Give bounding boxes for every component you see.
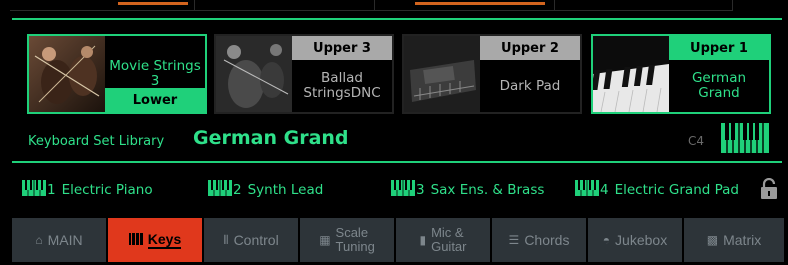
mic-icon: ▮ bbox=[419, 233, 427, 247]
top-cell bbox=[555, 0, 733, 11]
tab-scale-tuning[interactable]: ▦ Scale Tuning bbox=[300, 218, 394, 262]
keyboard-icon[interactable] bbox=[721, 123, 769, 157]
tab-label: Keys bbox=[147, 231, 182, 249]
keyboard-set-name[interactable]: German Grand bbox=[193, 127, 349, 149]
tab-control[interactable]: ⦀ Control bbox=[204, 218, 298, 262]
split-sound-name: Electric Grand Pad bbox=[614, 182, 739, 198]
sliders-icon: ⦀ bbox=[223, 232, 229, 247]
grid-icon: ▩ bbox=[706, 233, 719, 247]
tab-mic-guitar[interactable]: ▮ Mic & Guitar bbox=[396, 218, 490, 262]
slot-header: Upper 1 bbox=[669, 36, 769, 60]
split-item-3[interactable]: 3 Sax Ens. & Brass bbox=[391, 180, 544, 200]
split-number: 2 bbox=[233, 182, 242, 198]
slot-sound-name: Movie Strings 3 bbox=[105, 59, 205, 88]
keyboard-slot-lower[interactable]: Movie Strings 3 Lower bbox=[27, 34, 207, 114]
split-sound-name: Sax Ens. & Brass bbox=[430, 182, 545, 198]
top-cell bbox=[195, 0, 375, 11]
home-icon: ⌂ bbox=[35, 233, 43, 247]
slot-sound-name: Dark Pad bbox=[480, 60, 580, 112]
slot-header: Upper 2 bbox=[480, 36, 580, 60]
violin-photo bbox=[29, 36, 105, 112]
keyboard-slot-upper2[interactable]: Upper 2 Dark Pad bbox=[402, 34, 582, 114]
slot-sound-name: Ballad StringsDNC bbox=[292, 60, 392, 112]
piano-photo bbox=[593, 36, 669, 112]
tab-keys[interactable]: Keys bbox=[108, 218, 202, 262]
split-number: 1 bbox=[47, 182, 56, 198]
top-partial-bar bbox=[0, 0, 788, 13]
tab-bar: ⌂ MAIN Keys ⦀ Control ▦ Scale Tuning ▮ M… bbox=[12, 218, 784, 262]
tab-label-second: Guitar bbox=[431, 239, 467, 254]
keyboard-set-library-label[interactable]: Keyboard Set Library bbox=[28, 134, 164, 149]
tab-label: MAIN bbox=[47, 232, 83, 248]
split-sound-name: Electric Piano bbox=[61, 182, 153, 198]
slot-sound-name: German Grand bbox=[669, 60, 769, 112]
split-number: 4 bbox=[600, 182, 609, 198]
keyboard-slot-upper1[interactable]: Upper 1 German Grand bbox=[591, 34, 771, 114]
top-accent bbox=[415, 2, 545, 5]
tab-label: Matrix bbox=[723, 232, 762, 248]
top-divider bbox=[12, 18, 782, 20]
tab-main[interactable]: ⌂ MAIN bbox=[12, 218, 106, 262]
keyboard-slot-upper3[interactable]: Upper 3 Ballad StringsDNC bbox=[214, 34, 394, 114]
scale-icon: ▦ bbox=[319, 233, 331, 247]
keyboard-icon bbox=[22, 180, 46, 200]
tab-label: Chords bbox=[524, 232, 570, 248]
tab-label: Jukebox bbox=[615, 232, 668, 248]
split-note-label: C4 bbox=[688, 134, 705, 148]
split-item-4[interactable]: 4 Electric Grand Pad bbox=[575, 180, 739, 200]
tab-label-second: Tuning bbox=[335, 239, 375, 254]
middle-divider bbox=[12, 161, 782, 163]
keyboard-icon bbox=[208, 180, 232, 200]
slot-header: Lower bbox=[105, 88, 205, 112]
lock-icon[interactable] bbox=[760, 177, 778, 204]
chords-icon: ☰ bbox=[508, 233, 520, 247]
keyboard-icon bbox=[575, 180, 599, 200]
slot-header: Upper 3 bbox=[292, 36, 392, 60]
keys-icon bbox=[128, 232, 143, 248]
jukebox-icon: ◓ bbox=[602, 233, 611, 247]
synth-photo bbox=[404, 36, 480, 112]
tab-chords[interactable]: ☰ Chords bbox=[492, 218, 586, 262]
split-item-2[interactable]: 2 Synth Lead bbox=[208, 180, 323, 200]
split-item-1[interactable]: 1 Electric Piano bbox=[22, 180, 153, 200]
keyboard-icon bbox=[391, 180, 415, 200]
split-number: 3 bbox=[416, 182, 425, 198]
top-accent bbox=[118, 2, 188, 5]
tab-label: Control bbox=[233, 232, 279, 248]
strings-photo bbox=[216, 36, 292, 112]
split-sound-name: Synth Lead bbox=[247, 182, 324, 198]
tab-label: Mic & bbox=[431, 225, 464, 241]
tab-matrix[interactable]: ▩ Matrix bbox=[684, 218, 784, 262]
tab-label: Scale bbox=[335, 225, 369, 241]
tab-jukebox[interactable]: ◓ Jukebox bbox=[588, 218, 682, 262]
